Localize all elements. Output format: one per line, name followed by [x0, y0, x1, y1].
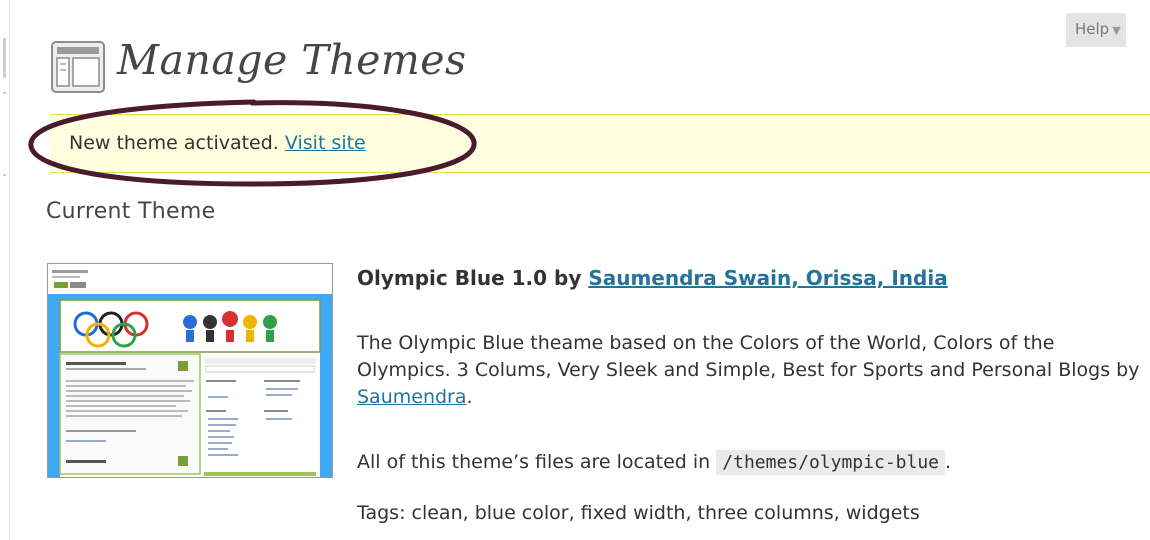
files-location-text: All of this theme’s files are located in: [357, 451, 711, 473]
theme-title: Olympic Blue 1.0 by Saumendra Swain, Ori…: [357, 266, 948, 290]
chevron-down-icon: ▼: [1112, 24, 1121, 37]
current-theme-heading: Current Theme: [46, 199, 216, 224]
theme-description-text: The Olympic Blue theame based on the Col…: [357, 332, 1140, 381]
theme-name-version: Olympic Blue 1.0: [357, 266, 548, 290]
theme-files-location: All of this theme’s files are located in…: [357, 450, 952, 475]
files-period: .: [945, 451, 952, 473]
theme-description: The Olympic Blue theame based on the Col…: [357, 330, 1147, 411]
tags-list: clean, blue color, fixed width, three co…: [411, 502, 920, 524]
sidebar-edge-notch: [3, 38, 6, 78]
theme-author-link[interactable]: Saumendra Swain, Orissa, India: [588, 266, 947, 290]
page-title: Manage Themes: [117, 36, 467, 84]
help-label: Help: [1075, 20, 1110, 38]
description-author-link[interactable]: Saumendra: [357, 386, 467, 408]
theme-path: /themes/olympic-blue: [716, 450, 946, 475]
theme-screenshot-image: [48, 264, 332, 477]
description-period: .: [466, 386, 473, 408]
theme-activated-notice: New theme activated. Visit site: [50, 114, 1150, 173]
notice-message: New theme activated.: [69, 132, 279, 154]
sidebar-edge-notch: [3, 174, 6, 176]
appearance-icon: [51, 41, 105, 93]
visit-site-link[interactable]: Visit site: [285, 132, 366, 154]
theme-screenshot[interactable]: [47, 263, 333, 478]
theme-tags: Tags: clean, blue color, fixed width, th…: [357, 502, 920, 524]
sidebar-edge-notch: [3, 92, 6, 94]
notice-message-line: New theme activated. Visit site: [69, 132, 366, 154]
help-tab[interactable]: Help ▼: [1066, 13, 1126, 47]
theme-by-label: by: [554, 266, 582, 290]
left-sidebar-edge: [0, 0, 10, 540]
tags-label: Tags:: [357, 502, 406, 524]
